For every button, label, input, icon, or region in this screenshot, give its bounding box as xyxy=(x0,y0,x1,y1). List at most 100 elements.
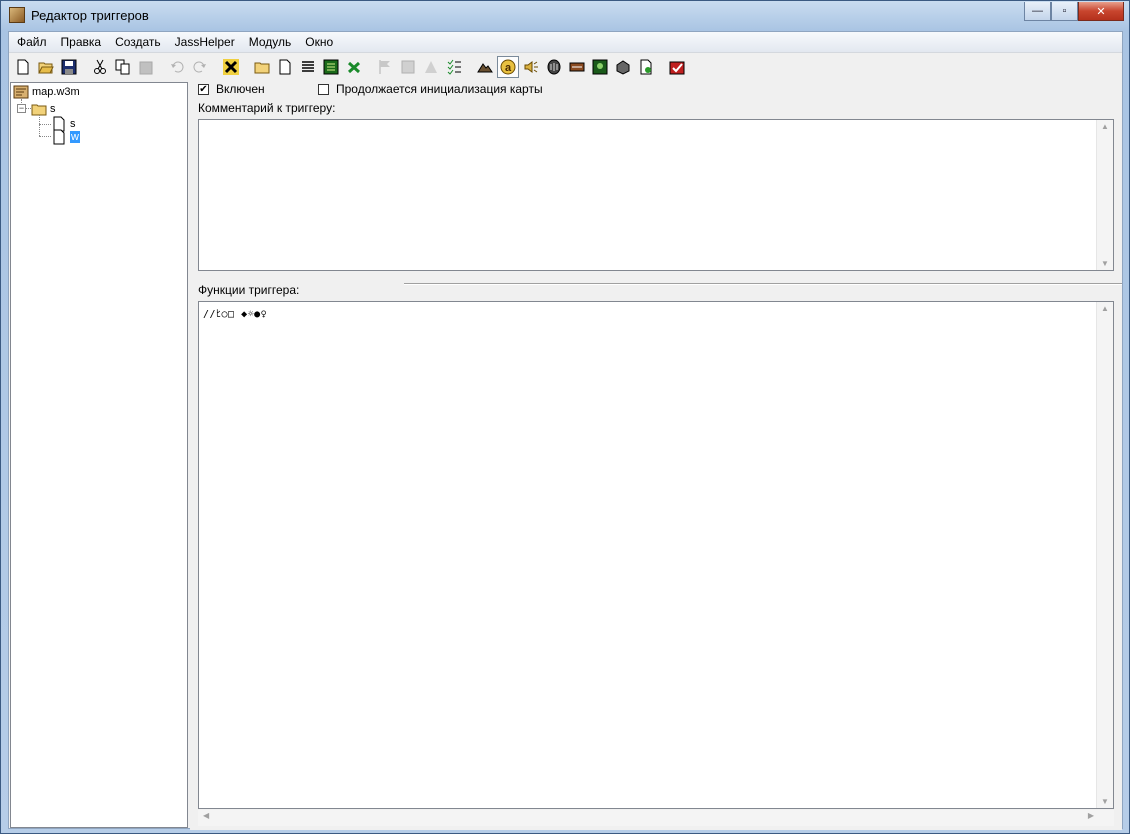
new-event-button[interactable] xyxy=(397,56,419,78)
window-title: Редактор триггеров xyxy=(31,8,149,23)
delete-icon xyxy=(223,59,239,75)
trigger-editor-icon: a xyxy=(500,59,516,75)
map-init-label: Продолжается инициализация карты xyxy=(336,82,543,96)
object-editor-button[interactable] xyxy=(543,56,565,78)
open-icon xyxy=(38,62,54,74)
collapse-toggle[interactable]: − xyxy=(17,104,26,113)
scroll-left-icon[interactable]: ◀ xyxy=(203,811,209,820)
code-vscrollbar[interactable]: ▲ ▼ xyxy=(1096,302,1113,808)
maximize-button[interactable]: ▫ xyxy=(1051,2,1078,21)
save-button[interactable] xyxy=(58,56,80,78)
open-button[interactable] xyxy=(35,56,57,78)
tree-root-label: map.w3m xyxy=(32,86,80,98)
app-icon xyxy=(9,7,25,23)
comment-scrollbar[interactable]: ▲ ▼ xyxy=(1096,120,1113,270)
copy-icon xyxy=(115,59,130,75)
scroll-right-icon[interactable]: ▶ xyxy=(1088,811,1094,820)
minimize-button[interactable]: — xyxy=(1024,2,1051,21)
test-map-icon xyxy=(669,61,685,75)
comment-textarea[interactable]: ▲ ▼ xyxy=(198,119,1114,271)
menu-window[interactable]: Окно xyxy=(298,33,340,52)
cut-button[interactable] xyxy=(89,56,111,78)
menu-module[interactable]: Модуль xyxy=(242,33,299,52)
ai-editor-button[interactable] xyxy=(589,56,611,78)
save-icon xyxy=(61,59,77,75)
variables-button[interactable] xyxy=(320,56,342,78)
sound-editor-button[interactable] xyxy=(520,56,542,78)
init-checkbox-row[interactable]: Продолжается инициализация карты xyxy=(318,82,543,96)
code-hscrollbar[interactable]: ◀ ▶ xyxy=(198,810,1114,826)
svg-text:a: a xyxy=(505,62,512,74)
map-init-checkbox[interactable] xyxy=(318,83,329,95)
scroll-down-icon[interactable]: ▼ xyxy=(1101,259,1109,268)
paste-button[interactable] xyxy=(135,56,157,78)
client-area: Файл Правка Создать JassHelper Модуль Ок… xyxy=(8,31,1123,830)
new-category-icon xyxy=(254,62,270,74)
menu-bar: Файл Правка Создать JassHelper Модуль Ок… xyxy=(9,32,1122,53)
new-comment-icon xyxy=(302,61,314,72)
scroll-up-icon[interactable]: ▲ xyxy=(1101,122,1109,131)
panel-splitter[interactable] xyxy=(404,283,1122,285)
code-editor[interactable]: //ﾋ○□ ◆☼●♀ ▲ ▼ xyxy=(198,301,1114,809)
terrain-editor-button[interactable] xyxy=(474,56,496,78)
disable-button[interactable] xyxy=(343,56,365,78)
object-manager-button[interactable] xyxy=(612,56,634,78)
toolbar: a xyxy=(9,54,1122,80)
app-window: Редактор триггеров — ▫ ✕ Файл Правка Соз… xyxy=(0,0,1130,834)
new-trigger-icon xyxy=(279,59,291,75)
copy-button[interactable] xyxy=(112,56,134,78)
menu-edit[interactable]: Правка xyxy=(54,33,109,52)
campaign-editor-icon xyxy=(569,62,585,72)
tree-trigger-label-selected: w xyxy=(70,131,80,143)
action-icon xyxy=(447,59,461,75)
event-icon xyxy=(401,60,415,74)
enabled-checkbox[interactable]: ✔ xyxy=(198,83,209,95)
enabled-checkbox-row[interactable]: ✔ Включен xyxy=(198,82,265,96)
window-controls: — ▫ ✕ xyxy=(1024,2,1124,21)
redo-icon xyxy=(193,61,206,73)
sound-editor-icon xyxy=(524,61,538,73)
menu-jasshelper[interactable]: JassHelper xyxy=(168,33,242,52)
new-comment-button[interactable] xyxy=(297,56,319,78)
tree-trigger-w[interactable]: w xyxy=(51,129,80,145)
tree-root[interactable]: map.w3m xyxy=(13,84,80,100)
redo-button[interactable] xyxy=(189,56,211,78)
condition-icon xyxy=(425,61,437,73)
paste-icon xyxy=(139,61,153,75)
code-text: //ﾋ○□ ◆☼●♀ xyxy=(203,309,268,320)
disable-icon xyxy=(347,61,361,74)
title-bar[interactable]: Редактор триггеров — ▫ ✕ xyxy=(1,1,1129,31)
new-icon xyxy=(17,59,29,75)
enabled-label: Включен xyxy=(216,82,265,96)
new-action-button[interactable] xyxy=(443,56,465,78)
tree-category[interactable]: s xyxy=(31,101,56,117)
object-editor-icon xyxy=(547,59,561,75)
new-condition-button[interactable] xyxy=(420,56,442,78)
scroll-up-icon[interactable]: ▲ xyxy=(1101,304,1109,313)
test-map-button[interactable] xyxy=(666,56,688,78)
map-icon xyxy=(13,85,29,99)
ai-editor-icon xyxy=(592,59,608,75)
new-trigger-button[interactable] xyxy=(274,56,296,78)
comment-label: Комментарий к триггеру: xyxy=(198,101,336,115)
delete-button[interactable] xyxy=(220,56,242,78)
menu-file[interactable]: Файл xyxy=(9,33,54,52)
trigger-editor-button[interactable]: a xyxy=(497,56,519,78)
trigger-details-panel: ✔ Включен Продолжается инициализация кар… xyxy=(190,80,1122,830)
campaign-editor-button[interactable] xyxy=(566,56,588,78)
undo-button[interactable] xyxy=(166,56,188,78)
flag-icon xyxy=(379,60,390,74)
scroll-down-icon[interactable]: ▼ xyxy=(1101,797,1109,806)
import-manager-icon xyxy=(640,59,652,75)
menu-create[interactable]: Создать xyxy=(108,33,168,52)
new-map-button[interactable] xyxy=(12,56,34,78)
terrain-editor-icon xyxy=(477,63,493,73)
close-button[interactable]: ✕ xyxy=(1078,2,1124,21)
trigger-tree[interactable]: map.w3m − s s w xyxy=(10,82,188,828)
functions-label: Функции триггера: xyxy=(198,283,300,297)
undo-icon xyxy=(171,61,184,73)
import-manager-button[interactable] xyxy=(635,56,657,78)
flag-button[interactable] xyxy=(374,56,396,78)
new-category-button[interactable] xyxy=(251,56,273,78)
variables-icon xyxy=(323,59,339,75)
